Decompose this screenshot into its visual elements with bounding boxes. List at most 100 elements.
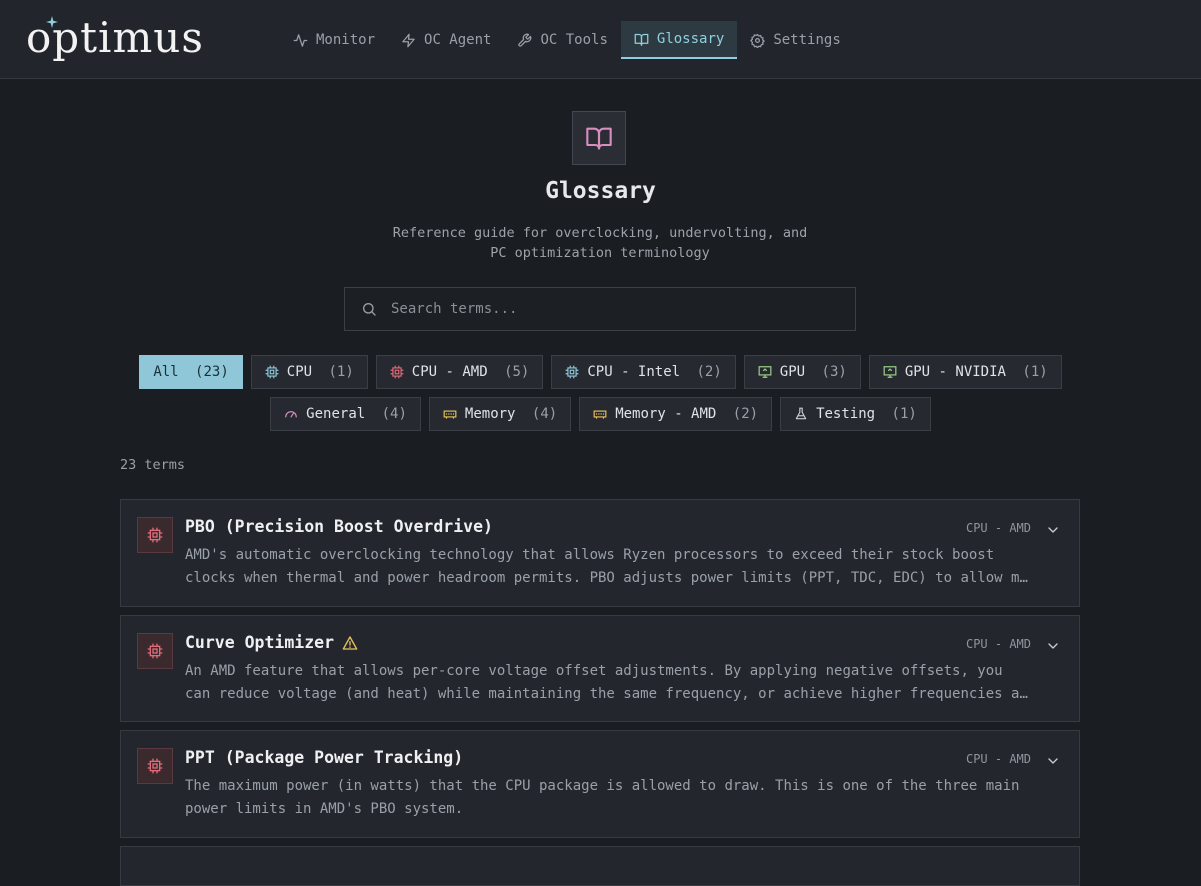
term-title: PPT (Package Power Tracking) bbox=[185, 748, 463, 767]
logo-spark-icon bbox=[46, 16, 58, 28]
term-category-icon-box bbox=[137, 748, 173, 784]
wrench-icon bbox=[518, 33, 532, 47]
glossary-hero-icon-box bbox=[572, 111, 626, 165]
filter-chip-label: Memory bbox=[464, 406, 516, 422]
results-count: 23 terms bbox=[120, 457, 186, 473]
nav-monitor[interactable]: Monitor bbox=[280, 21, 388, 59]
term-title-text: Curve Optimizer bbox=[185, 633, 335, 652]
term-category-tag: CPU - AMD bbox=[965, 752, 1031, 766]
term-description-line-2: clocks when thermal and power headroom p… bbox=[185, 570, 1035, 586]
filter-chip-count: (2) bbox=[688, 364, 722, 380]
filter-chip-count: (2) bbox=[724, 406, 759, 422]
nav-settings[interactable]: Settings bbox=[737, 21, 853, 59]
search-input[interactable] bbox=[389, 300, 855, 318]
filter-chip-general[interactable]: General (4) bbox=[270, 397, 421, 431]
nav-monitor-label: Monitor bbox=[316, 32, 376, 48]
term-category-tag: CPU - AMD bbox=[965, 521, 1031, 535]
filter-chip-label: GPU bbox=[779, 364, 806, 380]
nav-oc-agent[interactable]: OC Agent bbox=[388, 21, 504, 59]
term-category-icon-box bbox=[137, 633, 173, 669]
main-nav: Monitor OC Agent OC Tools Glossary Setti… bbox=[280, 21, 854, 59]
filter-chip-label: Testing bbox=[816, 406, 876, 422]
filter-chip-cpu-intel[interactable]: CPU - Intel (2) bbox=[551, 355, 736, 389]
top-bar: optimus Monitor OC Agent OC Tools Glossa… bbox=[0, 0, 1201, 79]
chevron-down-icon[interactable] bbox=[1045, 753, 1061, 769]
search-icon bbox=[363, 303, 376, 316]
filter-chip-label: All bbox=[153, 364, 179, 380]
filter-chip-label: CPU - Intel bbox=[587, 364, 681, 380]
filter-chip-all[interactable]: All (23) bbox=[139, 355, 243, 389]
filter-chip-count: (5) bbox=[495, 364, 530, 380]
term-card-next-partial[interactable] bbox=[120, 846, 1080, 886]
nav-settings-label: Settings bbox=[773, 32, 841, 48]
filter-chip-testing[interactable]: Testing (1) bbox=[780, 397, 931, 431]
chevron-down-icon[interactable] bbox=[1045, 638, 1061, 654]
monitor-icon bbox=[758, 366, 772, 378]
filter-chip-gpu[interactable]: GPU (3) bbox=[743, 355, 861, 389]
term-category-tag: CPU - AMD bbox=[965, 637, 1031, 651]
filter-chip-count: (1) bbox=[883, 406, 917, 422]
term-description-line-1: AMD's automatic overclocking technology … bbox=[185, 547, 995, 563]
cpu-icon bbox=[147, 643, 163, 659]
memory-icon bbox=[443, 410, 457, 419]
gauge-icon bbox=[285, 411, 298, 418]
filter-chip-gpu-nvidia[interactable]: GPU - NVIDIA (1) bbox=[868, 355, 1062, 389]
nav-oc-tools[interactable]: OC Tools bbox=[504, 21, 620, 59]
nav-oc-tools-label: OC Tools bbox=[540, 32, 608, 48]
filter-chip-label: CPU - AMD bbox=[411, 364, 488, 380]
term-description-line-1: The maximum power (in watts) that the CP… bbox=[185, 778, 1020, 794]
term-description: The maximum power (in watts) that the CP… bbox=[185, 775, 1035, 821]
filter-chip-label: CPU bbox=[286, 364, 313, 380]
term-description-line-2: power limits in AMD's PBO system. bbox=[185, 801, 464, 817]
warning-icon bbox=[342, 635, 358, 650]
term-description-line-2: can reduce voltage (and heat) while main… bbox=[185, 686, 1035, 702]
filter-chip-memory-amd[interactable]: Memory - AMD (2) bbox=[579, 397, 773, 431]
cpu-icon bbox=[147, 758, 163, 774]
activity-icon bbox=[293, 33, 308, 47]
filter-chip-label: GPU - NVIDIA bbox=[904, 364, 1006, 380]
page-subtitle: Reference guide for overclocking, underv… bbox=[375, 223, 825, 263]
gear-icon bbox=[750, 33, 766, 48]
filter-chip-count: (1) bbox=[1013, 364, 1048, 380]
term-title-text: PBO (Precision Boost Overdrive) bbox=[185, 517, 493, 536]
page-subtitle-line-2: PC optimization terminology bbox=[490, 245, 710, 261]
filter-chip-cpu-amd[interactable]: CPU - AMD (5) bbox=[375, 355, 544, 389]
page-title: Glossary bbox=[545, 178, 656, 204]
filter-row-2: General (4) Memory (4) Memory - AMD (2) … bbox=[0, 397, 1201, 431]
zap-icon bbox=[402, 33, 415, 47]
filter-chip-count: (4) bbox=[523, 406, 558, 422]
filter-chip-label: General bbox=[306, 406, 366, 422]
chevron-down-icon[interactable] bbox=[1045, 522, 1061, 538]
filter-chip-count: (3) bbox=[813, 364, 847, 380]
search-box[interactable] bbox=[344, 287, 856, 331]
term-description-line-1: An AMD feature that allows per-core volt… bbox=[185, 663, 1003, 679]
term-description: AMD's automatic overclocking technology … bbox=[185, 544, 1035, 590]
filter-chip-label: Memory - AMD bbox=[615, 406, 717, 422]
page-subtitle-line-1: Reference guide for overclocking, underv… bbox=[392, 225, 808, 241]
term-title-text: PPT (Package Power Tracking) bbox=[185, 748, 464, 767]
filter-chip-cpu[interactable]: CPU (1) bbox=[250, 355, 368, 389]
term-card-pbo[interactable]: PBO (Precision Boost Overdrive) CPU - AM… bbox=[120, 499, 1080, 607]
term-title: PBO (Precision Boost Overdrive) bbox=[185, 517, 493, 536]
term-card-ppt[interactable]: PPT (Package Power Tracking) CPU - AMD T… bbox=[120, 730, 1080, 838]
nav-glossary[interactable]: Glossary bbox=[620, 21, 738, 59]
filter-chip-memory[interactable]: Memory (4) bbox=[428, 397, 572, 431]
term-description: An AMD feature that allows per-core volt… bbox=[185, 660, 1035, 706]
term-title: Curve Optimizer bbox=[185, 633, 358, 652]
nav-oc-agent-label: OC Agent bbox=[424, 32, 492, 48]
term-category-icon-box bbox=[137, 517, 173, 553]
book-icon bbox=[634, 33, 649, 46]
cpu-icon bbox=[265, 365, 279, 379]
nav-glossary-label: Glossary bbox=[656, 31, 725, 47]
filter-chip-count: (23) bbox=[186, 364, 229, 380]
filter-chip-count: (1) bbox=[320, 364, 354, 380]
cpu-icon bbox=[565, 365, 579, 379]
monitor-icon bbox=[883, 366, 897, 378]
filter-chip-count: (4) bbox=[373, 406, 407, 422]
book-open-icon bbox=[586, 127, 612, 150]
flask-icon bbox=[795, 407, 807, 420]
filter-row-1: All (23) CPU (1) CPU - AMD (5) CPU - Int… bbox=[0, 355, 1201, 389]
term-card-curve-optimizer[interactable]: Curve Optimizer CPU - AMD An AMD feature… bbox=[120, 615, 1080, 722]
memory-icon bbox=[593, 410, 607, 419]
cpu-icon bbox=[147, 527, 163, 543]
